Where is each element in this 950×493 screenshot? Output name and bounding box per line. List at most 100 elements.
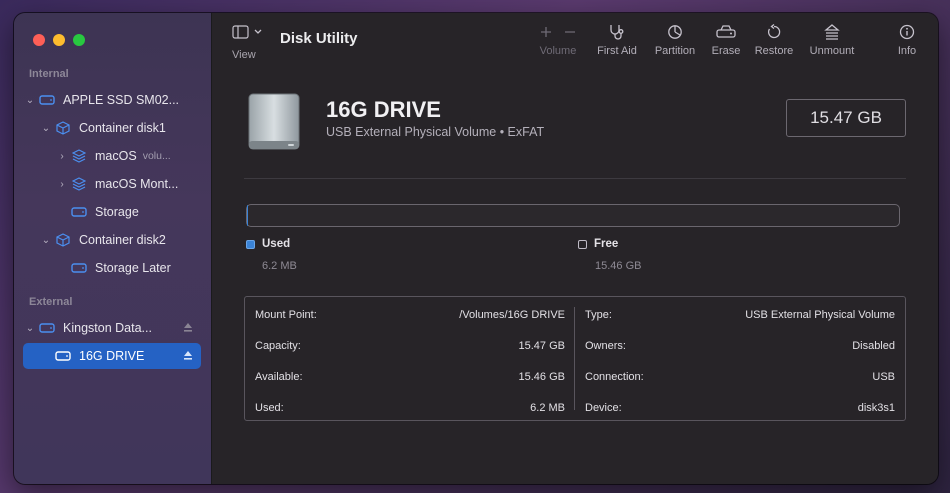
info-row-mount-point: Mount Point: /Volumes/16G DRIVE	[245, 304, 575, 324]
first-aid-label: First Aid	[597, 45, 637, 57]
sidebar-item-container-disk2[interactable]: ⌄ Container disk2	[23, 227, 201, 253]
volume-button[interactable]: Volume	[536, 23, 580, 57]
sidebar-item-sublabel: volu...	[142, 150, 171, 162]
hard-drive-icon	[69, 261, 89, 275]
eject-icon[interactable]	[183, 350, 193, 361]
hard-drive-icon	[37, 321, 57, 335]
info-label: Info	[897, 45, 917, 57]
info-value: Disabled	[852, 340, 895, 352]
sidebar-item-macos[interactable]: › macOS volu...	[23, 143, 201, 169]
info-key: Used:	[255, 402, 284, 414]
erase-label: Erase	[711, 45, 741, 57]
unmount-label: Unmount	[809, 45, 855, 57]
used-legend-value: 6.2 MB	[262, 260, 297, 272]
sidebar-item-apple-ssd[interactable]: ⌄ APPLE SSD SM02...	[23, 87, 201, 113]
sidebar-item-macos-monterey[interactable]: › macOS Mont...	[23, 171, 201, 197]
close-button[interactable]	[33, 34, 45, 46]
usage-bar	[246, 204, 900, 227]
section-label-internal: Internal	[29, 68, 69, 80]
external-drive-icon	[244, 93, 304, 158]
info-value: 6.2 MB	[530, 402, 565, 414]
disk-utility-window: Internal ⌄ APPLE SSD SM02... ⌄ Container…	[14, 13, 938, 484]
sidebar-item-label: macOS Mont...	[95, 177, 179, 191]
info-row-device: Device: disk3s1	[575, 397, 905, 417]
info-value: USB	[872, 371, 895, 383]
info-row-connection: Connection: USB	[575, 366, 905, 386]
info-row-owners: Owners: Disabled	[575, 335, 905, 355]
erase-button[interactable]: Erase	[706, 23, 746, 57]
stethoscope-icon	[592, 23, 642, 41]
section-label-external: External	[29, 296, 73, 308]
sidebar-item-label: APPLE SSD SM02...	[63, 93, 180, 107]
hard-drive-icon	[69, 205, 89, 219]
used-swatch	[246, 239, 255, 249]
info-key: Connection:	[585, 371, 644, 383]
info-icon	[892, 23, 922, 41]
info-key: Available:	[255, 371, 303, 383]
info-value: USB External Physical Volume	[745, 309, 895, 321]
container-icon	[53, 233, 73, 247]
partition-label: Partition	[654, 45, 696, 57]
info-row-capacity: Capacity: 15.47 GB	[245, 335, 575, 355]
sidebar-item-label: 16G DRIVE	[79, 349, 145, 363]
chevron-down-icon[interactable]: ⌄	[23, 95, 37, 106]
chevron-down-icon[interactable]: ⌄	[23, 323, 37, 334]
chevron-right-icon[interactable]: ›	[55, 151, 69, 162]
drive-name: 16G DRIVE	[326, 97, 441, 122]
free-swatch	[578, 239, 587, 249]
info-row-available: Available: 15.46 GB	[245, 366, 575, 386]
hard-drive-icon	[37, 93, 57, 107]
info-value: /Volumes/16G DRIVE	[459, 309, 565, 321]
volume-stack-icon	[69, 149, 89, 163]
info-value: 15.46 GB	[518, 371, 565, 383]
info-column-left: Mount Point: /Volumes/16G DRIVE Capacity…	[245, 297, 575, 420]
volume-stack-icon	[69, 177, 89, 191]
sidebar-item-label: Kingston Data...	[63, 321, 152, 335]
chevron-down-icon[interactable]: ⌄	[39, 235, 53, 246]
restore-label: Restore	[754, 45, 794, 57]
sidebar-item-16g-drive[interactable]: 16G DRIVE	[23, 343, 201, 369]
sidebar-item-label: Storage	[95, 205, 139, 219]
eject-icon[interactable]	[183, 322, 193, 333]
sidebar-item-kingston[interactable]: ⌄ Kingston Data...	[23, 315, 201, 341]
sidebar-item-label: Container disk1	[79, 121, 166, 135]
minimize-button[interactable]	[53, 34, 65, 46]
restore-icon	[752, 23, 796, 41]
info-value: 15.47 GB	[518, 340, 565, 352]
sidebar-item-label: Storage Later	[95, 261, 171, 275]
chevron-down-icon[interactable]: ⌄	[39, 123, 53, 134]
sidebar-item-storage-later[interactable]: Storage Later	[23, 255, 201, 281]
container-icon	[53, 121, 73, 135]
sidebar-item-label: Container disk2	[79, 233, 166, 247]
hard-drive-icon	[53, 349, 73, 363]
window-controls	[33, 34, 85, 46]
app-title: Disk Utility	[280, 30, 358, 47]
unmount-button[interactable]: Unmount	[806, 23, 858, 57]
zoom-button[interactable]	[73, 34, 85, 46]
partition-icon	[650, 23, 700, 41]
free-legend-value: 15.46 GB	[595, 260, 642, 272]
sidebar-item-label: macOS	[95, 149, 137, 163]
info-key: Capacity:	[255, 340, 301, 352]
sidebar-toggle-icon	[232, 25, 262, 39]
view-button[interactable]: View	[232, 25, 272, 61]
partition-button[interactable]: Partition	[650, 23, 700, 57]
info-row-used: Used: 6.2 MB	[245, 397, 575, 417]
info-column-right: Type: USB External Physical Volume Owner…	[575, 297, 905, 420]
info-key: Device:	[585, 402, 622, 414]
info-button[interactable]: Info	[892, 23, 922, 57]
view-label: View	[232, 49, 256, 61]
used-legend: Used	[246, 238, 290, 250]
info-row-type: Type: USB External Physical Volume	[575, 304, 905, 324]
drive-size-badge: 15.47 GB	[786, 99, 906, 137]
info-key: Owners:	[585, 340, 626, 352]
sidebar-item-storage[interactable]: Storage	[23, 199, 201, 225]
chevron-right-icon[interactable]: ›	[55, 179, 69, 190]
restore-button[interactable]: Restore	[752, 23, 796, 57]
sidebar-item-container-disk1[interactable]: ⌄ Container disk1	[23, 115, 201, 141]
erase-drive-icon	[706, 23, 746, 41]
free-legend: Free	[578, 238, 618, 250]
info-value: disk3s1	[857, 402, 895, 414]
first-aid-button[interactable]: First Aid	[592, 23, 642, 57]
add-remove-icon	[536, 23, 580, 41]
